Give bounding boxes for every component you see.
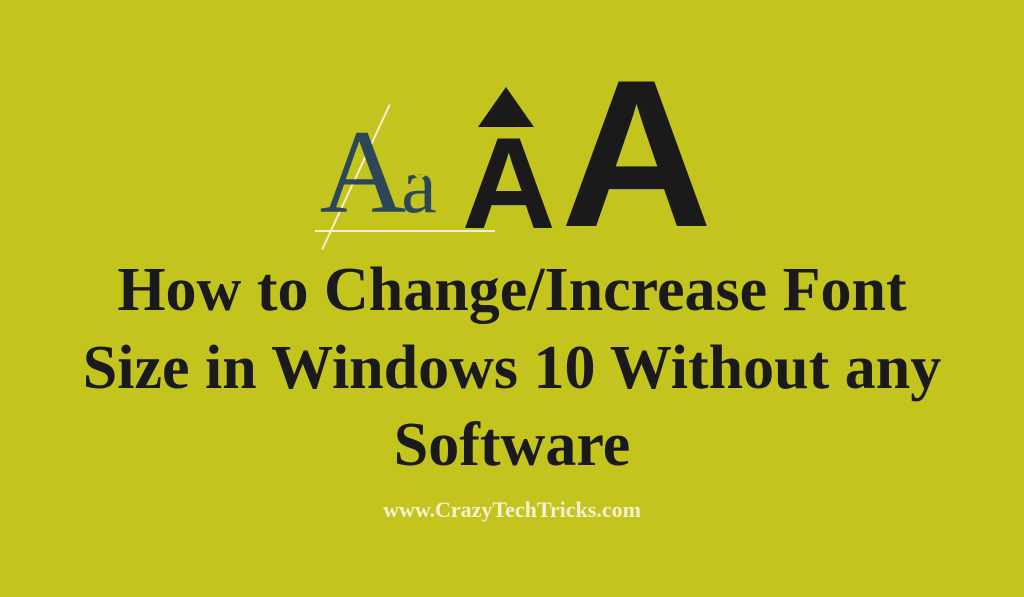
- bold-a-small: A: [462, 135, 551, 233]
- serif-letters-group: A a: [320, 112, 437, 232]
- bold-a-large: A: [561, 75, 705, 233]
- accent-circle-icon: [413, 164, 427, 178]
- font-size-graphic: A a A A: [320, 75, 705, 233]
- article-headline: How to Change/Increase Font Size in Wind…: [62, 252, 962, 485]
- increase-font-icon: A: [462, 87, 551, 233]
- website-url: www.CrazyTechTricks.com: [383, 497, 641, 523]
- serif-capital-a: A: [320, 112, 407, 232]
- serif-lowercase-a: a: [401, 146, 437, 226]
